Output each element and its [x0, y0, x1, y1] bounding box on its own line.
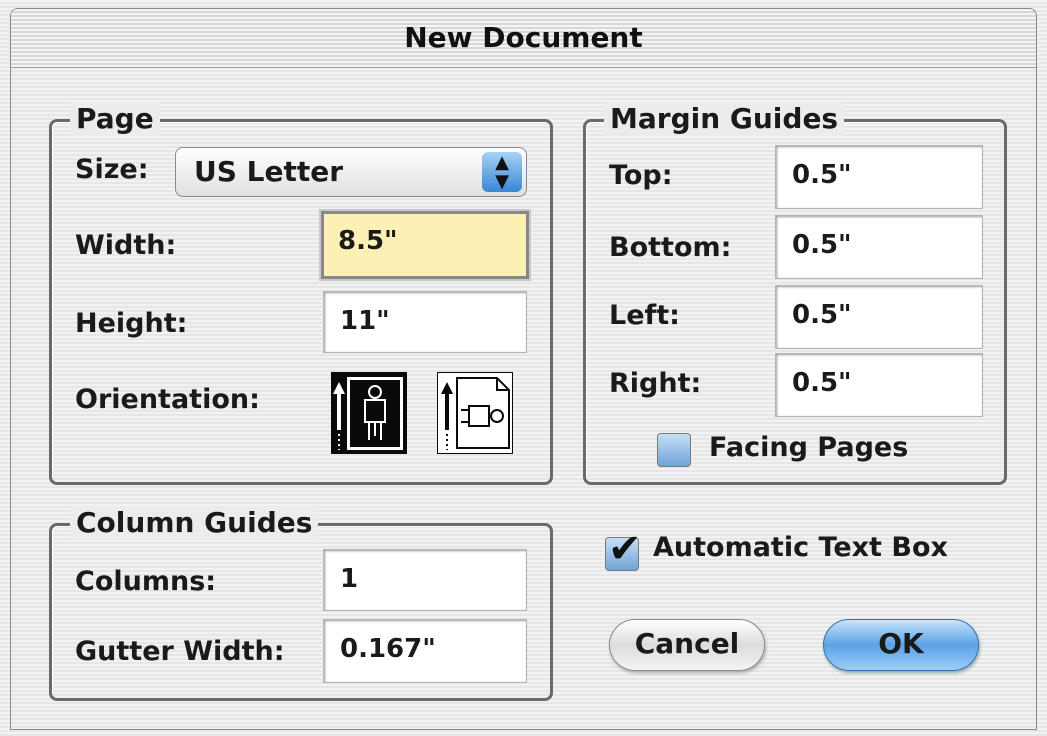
- size-popup-value: US Letter: [194, 155, 344, 188]
- size-label: Size:: [75, 154, 149, 185]
- facing-pages-label[interactable]: Facing Pages: [709, 431, 908, 465]
- bottom-margin-field[interactable]: 0.5": [775, 215, 983, 279]
- gutter-width-label: Gutter Width:: [75, 636, 285, 667]
- popup-arrows-icon: ▲ ▼: [482, 152, 522, 192]
- facing-pages-checkbox[interactable]: [657, 433, 691, 467]
- portrait-orientation-button[interactable]: [331, 372, 407, 454]
- automatic-text-box-checkbox[interactable]: ✔: [605, 526, 642, 572]
- right-margin-label: Right:: [609, 368, 702, 399]
- bottom-margin-label: Bottom:: [609, 232, 732, 263]
- cancel-button[interactable]: Cancel: [609, 619, 765, 671]
- column-guides-legend: Column Guides: [70, 506, 319, 540]
- automatic-text-box-label[interactable]: Automatic Text Box: [653, 531, 948, 565]
- margin-guides-legend: Margin Guides: [604, 102, 845, 136]
- landscape-orientation-icon: [436, 371, 514, 455]
- orientation-label: Orientation:: [75, 384, 260, 415]
- columns-label: Columns:: [75, 566, 217, 597]
- top-margin-label: Top:: [609, 160, 673, 191]
- width-field[interactable]: 8.5": [321, 211, 529, 279]
- new-document-dialog: New Document Page Size: US Letter ▲ ▼ Wid…: [10, 8, 1037, 730]
- left-margin-field[interactable]: 0.5": [775, 285, 983, 349]
- gutter-width-field[interactable]: 0.167": [323, 619, 527, 683]
- ok-button[interactable]: OK: [823, 619, 979, 671]
- right-margin-field[interactable]: 0.5": [775, 353, 983, 417]
- width-label: Width:: [75, 230, 177, 261]
- page-group-legend: Page: [70, 102, 160, 136]
- columns-field[interactable]: 1: [323, 549, 527, 611]
- height-label: Height:: [75, 308, 188, 339]
- dialog-title: New Document: [11, 9, 1036, 68]
- size-popup[interactable]: US Letter ▲ ▼: [175, 147, 527, 197]
- landscape-orientation-button[interactable]: [436, 371, 514, 455]
- top-margin-field[interactable]: 0.5": [775, 145, 983, 209]
- height-field[interactable]: 11": [323, 291, 527, 353]
- left-margin-label: Left:: [609, 300, 680, 331]
- checkmark-icon: ✔: [608, 526, 642, 572]
- portrait-orientation-icon: [331, 372, 407, 454]
